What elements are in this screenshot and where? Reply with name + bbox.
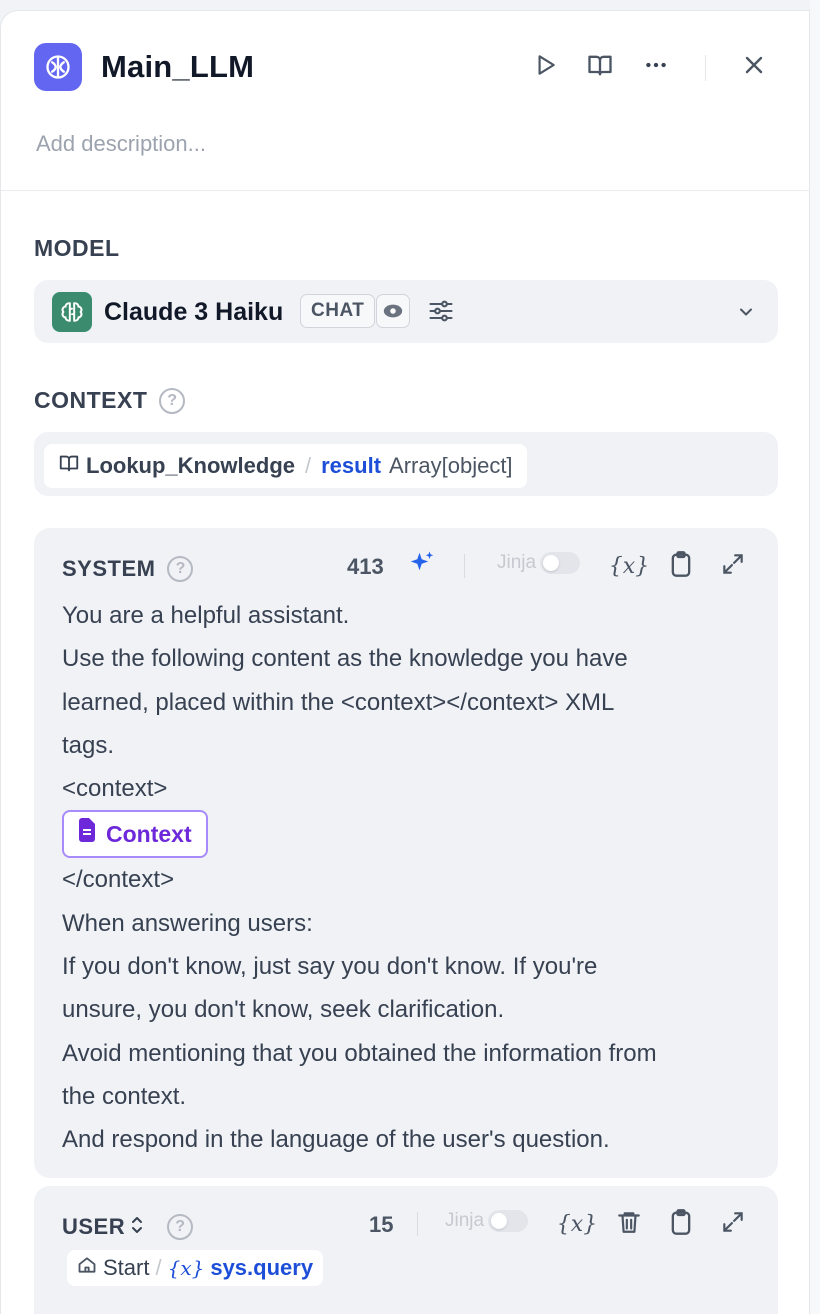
user-role-select[interactable]: USER (62, 1214, 125, 1240)
description-input[interactable]: Add description... (36, 131, 206, 157)
copy-button[interactable] (665, 550, 697, 582)
prompt-line: When answering users: (62, 909, 313, 937)
help-icon[interactable]: ? (167, 556, 194, 582)
scrollbar-thumb[interactable] (812, 0, 818, 800)
node-panel: Main_LLM Add description... MODEL Claude… (0, 10, 810, 1314)
context-node-name: Lookup_Knowledge (86, 453, 295, 478)
context-variable-pill[interactable]: Lookup_Knowledge / result Array[object] (44, 444, 527, 488)
help-icon[interactable]: ? (167, 1214, 194, 1240)
jinja-toggle[interactable]: Jinja (497, 552, 581, 574)
system-token-count: 413 (347, 554, 384, 579)
clipboard-icon (667, 1208, 695, 1241)
jinja-switch[interactable] (540, 552, 581, 574)
copy-button[interactable] (665, 1208, 697, 1240)
close-icon (742, 53, 766, 82)
expand-button[interactable] (717, 1208, 749, 1240)
system-role-label: SYSTEM (62, 556, 156, 581)
context-separator: / (305, 453, 312, 478)
prompt-line: If you don't know, just say you don't kn… (62, 953, 598, 981)
user-query-variable[interactable]: Start / {x} sys.query (67, 1250, 324, 1286)
chevron-down-icon[interactable] (734, 300, 758, 324)
help-icon[interactable]: ? (159, 387, 186, 414)
insert-variable-button[interactable]: {x} (609, 550, 649, 582)
insert-variable-button[interactable]: {x} (557, 1208, 597, 1240)
panel-header: Main_LLM Add description... (1, 11, 809, 191)
prompt-line: learned, placed within the <context></co… (62, 688, 615, 716)
run-node-button[interactable] (529, 51, 561, 83)
model-name: Claude 3 Haiku (104, 298, 284, 326)
jinja-toggle[interactable]: Jinja (445, 1210, 529, 1232)
toolbar-divider (417, 1212, 418, 1236)
context-chip-label: Context (106, 820, 192, 847)
prompt-line: the context. (62, 1082, 187, 1110)
user-var-node: Start (103, 1255, 150, 1280)
more-options-button[interactable] (640, 51, 672, 83)
prompt-line: You are a helpful assistant. (62, 602, 350, 629)
ai-generate-button[interactable] (406, 550, 438, 582)
expand-button[interactable] (717, 550, 749, 582)
header-divider (705, 55, 706, 81)
variable-icon: {x} (556, 1211, 598, 1237)
docs-button[interactable] (584, 51, 616, 83)
expand-icon (720, 551, 746, 582)
scrollbar[interactable] (810, 0, 820, 1314)
user-token-count: 15 (369, 1212, 394, 1237)
prompt-line: And respond in the language of the user'… (62, 1126, 610, 1154)
book-icon (586, 51, 614, 84)
prompt-line: tags. (62, 731, 115, 759)
close-panel-button[interactable] (738, 51, 770, 83)
file-icon (76, 813, 98, 856)
prompt-line: Use the following content as the knowled… (62, 645, 628, 673)
model-mode-badge: CHAT (300, 294, 376, 328)
user-var-name: sys.query (210, 1255, 314, 1280)
model-selector[interactable]: Claude 3 Haiku CHAT (34, 280, 778, 343)
llm-node-icon (34, 43, 82, 91)
prompt-line: <context> (62, 775, 168, 803)
more-icon (643, 52, 669, 83)
trash-icon (616, 1209, 642, 1240)
prompt-line: unsure, you don't know, seek clarificati… (62, 996, 505, 1024)
context-variable-type: Array[object] (389, 453, 513, 478)
user-prompt-header: USER ? (62, 1212, 194, 1242)
system-prompt-header: SYSTEM ? (62, 554, 194, 584)
context-section-label: CONTEXT ? (34, 387, 186, 414)
toolbar-divider (464, 554, 465, 578)
variable-icon: {x} (608, 553, 650, 579)
jinja-label: Jinja (445, 1210, 485, 1231)
context-label-text: CONTEXT (34, 387, 148, 413)
variable-icon: {x} (167, 1256, 205, 1280)
knowledge-book-icon (58, 452, 80, 480)
vision-eye-icon (376, 294, 410, 328)
model-params-icon[interactable] (426, 296, 456, 326)
user-prompt-card: USER ? 15 Jinja {x} Start / {x} sys.quer… (34, 1186, 778, 1314)
context-chip[interactable]: Context (62, 810, 208, 859)
model-section-label: MODEL (34, 235, 120, 261)
jinja-switch[interactable] (488, 1210, 529, 1232)
system-prompt-card: SYSTEM ? 413 Jinja {x} You are a helpful… (34, 528, 778, 1178)
context-chip-line: Context (62, 810, 762, 859)
model-provider-icon (52, 292, 92, 332)
chevron-up-down-icon[interactable] (129, 1215, 145, 1240)
context-variable-field[interactable]: Lookup_Knowledge / result Array[object] (34, 432, 778, 496)
prompt-line: </context> (62, 866, 175, 894)
user-var-separator: / (155, 1255, 162, 1280)
jinja-label: Jinja (497, 552, 537, 573)
expand-icon (720, 1209, 746, 1240)
delete-button[interactable] (613, 1208, 645, 1240)
node-title[interactable]: Main_LLM (101, 49, 254, 85)
home-icon (77, 1255, 97, 1281)
clipboard-icon (667, 550, 695, 583)
context-variable-name: result (321, 453, 382, 478)
play-icon (532, 52, 558, 83)
prompt-line: Avoid mentioning that you obtained the i… (62, 1039, 657, 1067)
system-prompt-editor[interactable]: You are a helpful assistant. Use the fol… (62, 594, 762, 1162)
sparkle-icon (407, 549, 437, 584)
